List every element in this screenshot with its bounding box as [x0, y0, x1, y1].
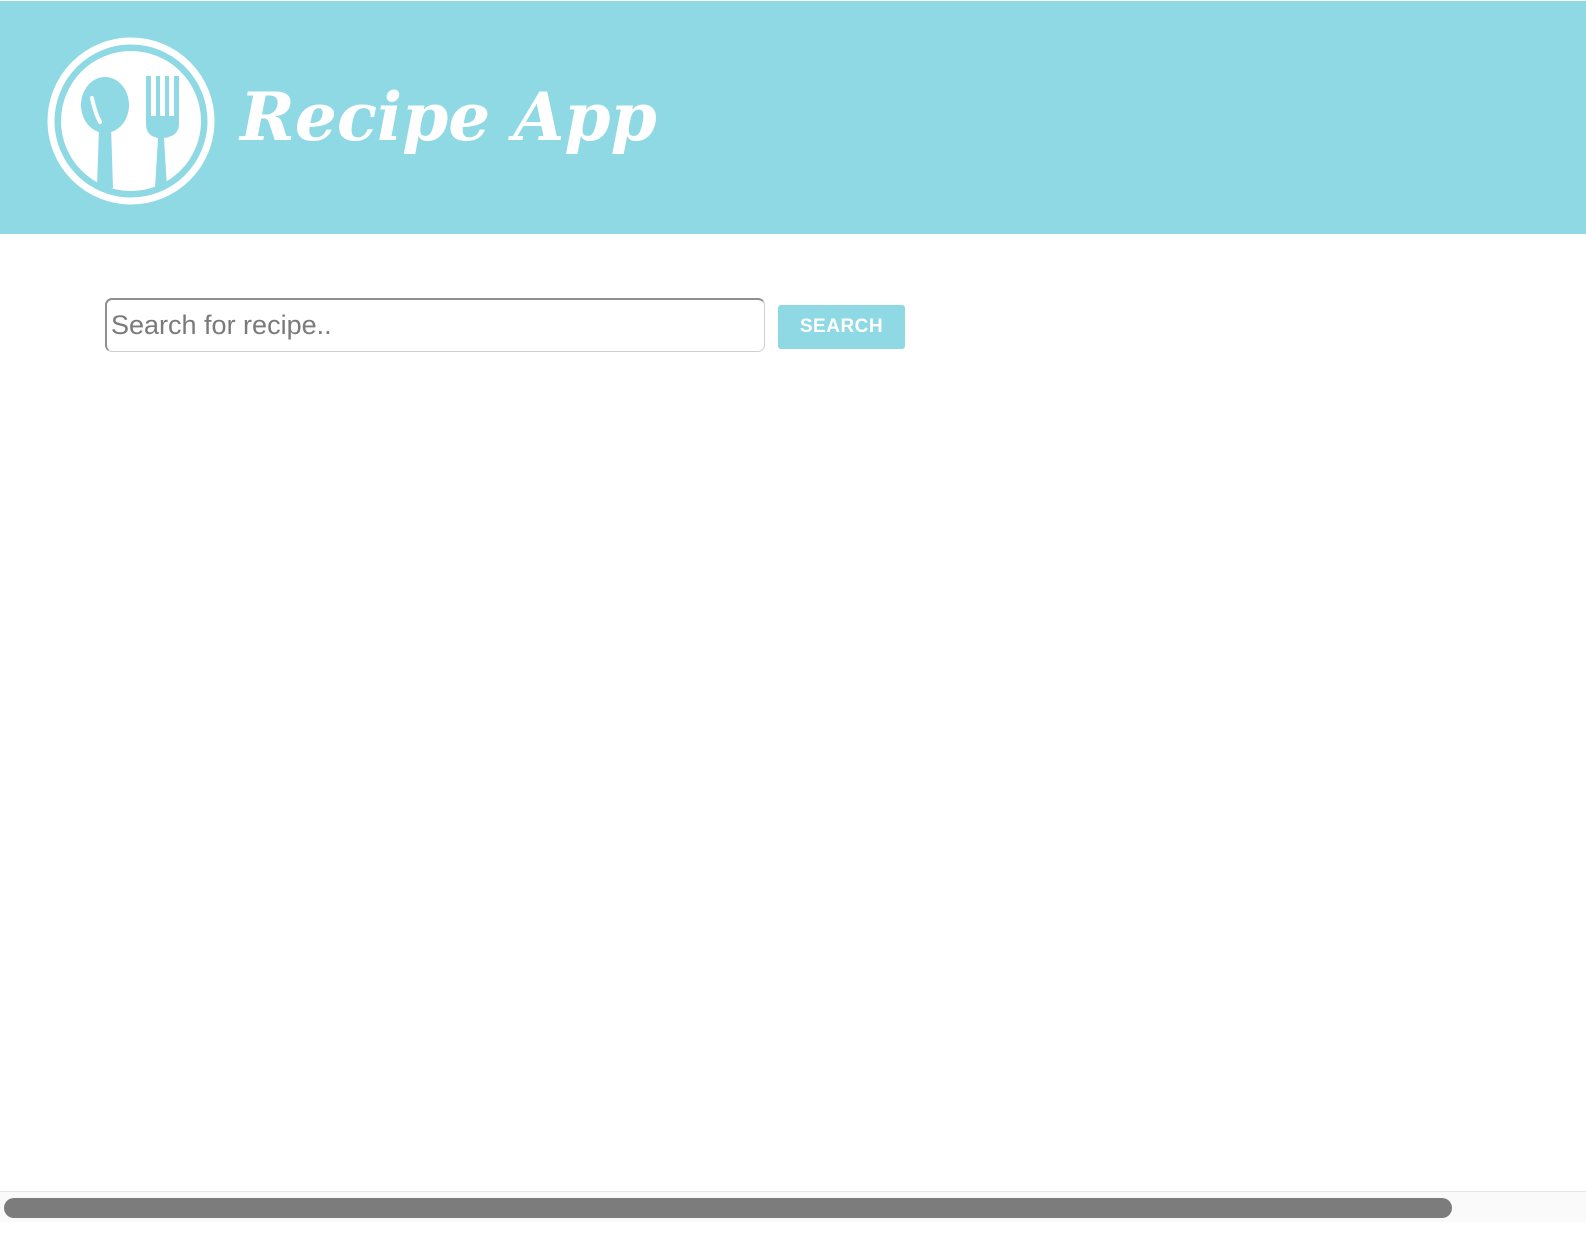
app-title: Recipe App — [240, 78, 657, 156]
search-button[interactable]: SEARCH — [778, 305, 905, 349]
bottom-strip — [0, 1222, 1586, 1234]
horizontal-scrollbar-thumb[interactable] — [4, 1198, 1452, 1218]
search-input[interactable] — [105, 298, 765, 352]
horizontal-scrollbar[interactable] — [0, 1191, 1586, 1222]
recipe-app: Recipe App SEARCH — [0, 0, 1586, 1234]
spoon-fork-plate-icon — [45, 36, 217, 208]
app-header: Recipe App — [0, 1, 1586, 234]
